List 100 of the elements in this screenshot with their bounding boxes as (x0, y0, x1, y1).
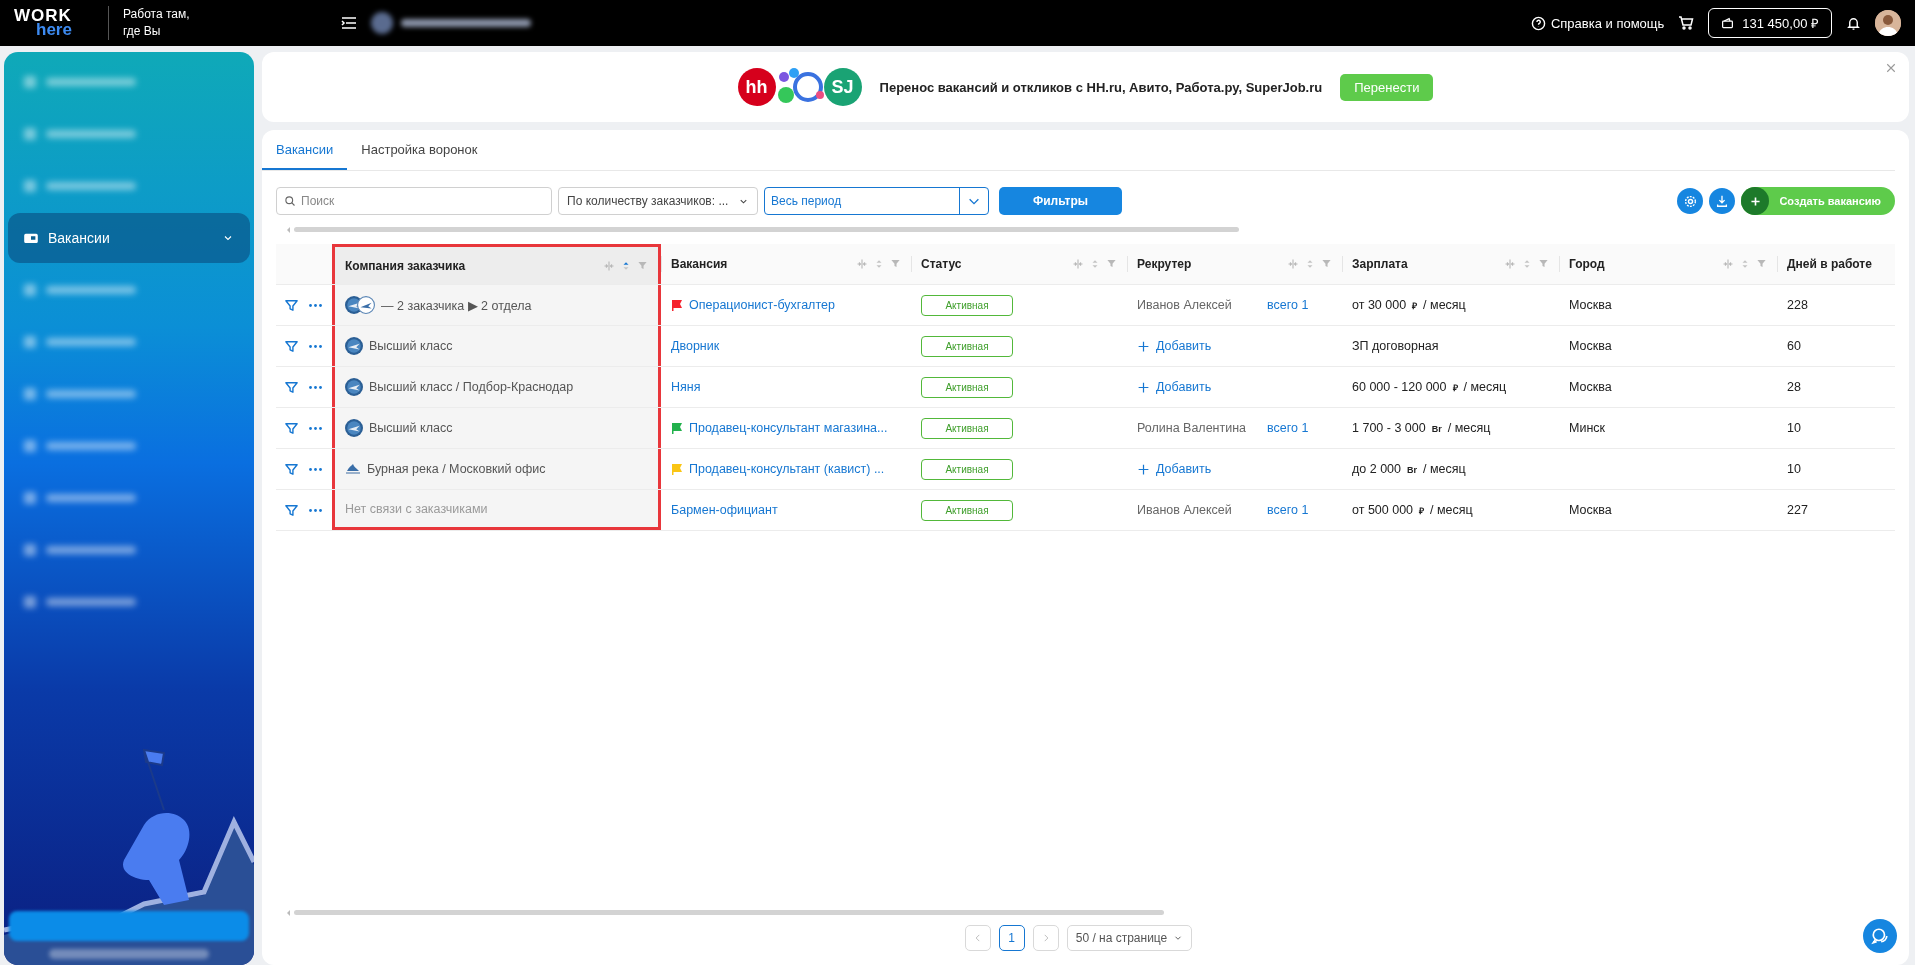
company-name: — 2 заказчика ▶ 2 отдела (381, 297, 532, 313)
logo-wordmark: WORK (14, 9, 73, 23)
recruiter-count-link[interactable]: всего 1 (1267, 503, 1309, 517)
tab[interactable]: Вакансии (262, 130, 348, 170)
status-badge: Активная (921, 417, 1013, 439)
period-select[interactable]: Весь период (764, 187, 989, 215)
city: Москва (1569, 298, 1612, 312)
sidebar-item[interactable]: Вакансии (8, 213, 250, 263)
chat-icon (1871, 927, 1889, 945)
user-avatar[interactable] (1875, 10, 1901, 36)
salary: от 500 000 ₽ / месяц (1352, 503, 1473, 517)
company-logo-icon (345, 337, 363, 355)
row-filter[interactable] (284, 502, 299, 518)
sort-icon (1740, 258, 1750, 270)
row-menu[interactable] (309, 508, 322, 512)
filters-button[interactable]: Фильтры (999, 187, 1123, 215)
resize-icon (1722, 258, 1734, 270)
row-menu[interactable] (309, 426, 322, 430)
company-name: Высший класс / Подбор-Краснодар (369, 380, 574, 394)
row-filter[interactable] (284, 379, 299, 395)
add-recruiter-button[interactable]: Добавить (1137, 339, 1212, 353)
sort-icon (1090, 258, 1100, 270)
recruiter-count-link[interactable]: всего 1 (1267, 298, 1309, 312)
balance-button[interactable]: 131 450,00 ₽ (1708, 8, 1832, 38)
resize-icon (856, 258, 868, 270)
recruiter-count-link[interactable]: всего 1 (1267, 421, 1309, 435)
company-logo-icon (345, 378, 363, 396)
download-button[interactable] (1709, 188, 1736, 214)
column-header[interactable]: Дней в работе (1777, 244, 1895, 284)
days-count: 60 (1787, 339, 1801, 353)
filter-icon (637, 259, 648, 271)
company-logo-icon (345, 419, 363, 437)
row-menu[interactable] (309, 303, 322, 307)
status-badge: Активная (921, 376, 1013, 398)
filter-icon (1106, 258, 1117, 269)
vacancy-link[interactable]: Продавец-консультант (кавист) ... (689, 462, 885, 476)
filter-icon (284, 297, 299, 313)
filter-icon (284, 461, 299, 477)
add-recruiter-button[interactable]: Добавить (1137, 462, 1212, 476)
tab[interactable]: Настройка воронок (347, 130, 492, 170)
blurred-toggle[interactable] (49, 949, 209, 959)
vacancy-link[interactable]: Операционист-бухгалтер (689, 298, 835, 312)
help-link[interactable]: Справка и помощь (1550, 15, 1665, 31)
company-name: Бурная река / Московкий офис (367, 462, 546, 476)
days-count: 228 (1787, 298, 1808, 312)
salary: до 2 000 Br / месяц (1352, 462, 1466, 476)
vacancy-link[interactable]: Продавец-консультант магазина... (689, 421, 888, 435)
chat-button[interactable] (1863, 919, 1897, 953)
row-filter[interactable] (284, 297, 299, 313)
status-badge: Активная (921, 294, 1013, 316)
column-header[interactable]: Вакансия (661, 244, 911, 284)
row-filter[interactable] (284, 420, 299, 436)
banner-text: Перенос вакансий и откликов с HH.ru, Авито, Работа.ру, SuperJob.ru (879, 79, 1323, 95)
vacancy-link[interactable]: Бармен-официант (671, 503, 778, 517)
settings-button[interactable] (1677, 188, 1704, 214)
recruiter-name: Иванов Алексей (1137, 298, 1233, 312)
column-header[interactable]: Рекрутер (1127, 244, 1342, 284)
column-header[interactable]: Компания заказчика (332, 244, 661, 284)
add-recruiter-button[interactable]: Добавить (1137, 380, 1212, 394)
column-header[interactable]: Статус (911, 244, 1127, 284)
resize-icon (1287, 258, 1299, 270)
vacancy-link[interactable]: Няня (671, 380, 701, 394)
sort-select[interactable]: По количеству заказчиков: ... (558, 187, 758, 215)
search-icon (284, 195, 296, 207)
superjob-logo: SJ (823, 68, 862, 106)
search-field[interactable]: Поиск (276, 187, 552, 215)
city: Москва (1569, 339, 1612, 353)
days-count: 227 (1787, 503, 1808, 517)
more-icon (309, 344, 322, 348)
close-icon (1885, 62, 1897, 74)
plus-icon (1137, 462, 1150, 476)
salary: ЗП договорная (1352, 339, 1439, 353)
resize-icon (1072, 258, 1084, 270)
row-menu[interactable] (309, 467, 322, 471)
filter-icon (890, 258, 901, 269)
filter-icon (1756, 258, 1767, 269)
company-name: Нет связи с заказчиками (345, 501, 488, 516)
more-icon (309, 303, 322, 307)
city: Москва (1569, 380, 1612, 394)
settings-icon (1682, 193, 1698, 209)
days-count: 28 (1787, 380, 1801, 394)
sort-icon (1522, 258, 1532, 270)
row-filter[interactable] (284, 461, 299, 477)
row-menu[interactable] (309, 344, 322, 348)
logo-subtitle: here (36, 23, 73, 37)
company-name: Высший класс (369, 421, 453, 435)
filter-icon (284, 420, 299, 436)
resize-icon (603, 259, 615, 272)
more-icon (309, 467, 322, 471)
row-filter[interactable] (284, 338, 299, 354)
slogan: Работа там, где Вы (123, 6, 191, 40)
vacancy-link[interactable]: Дворник (671, 339, 720, 353)
column-header[interactable]: Зарплата (1342, 244, 1559, 284)
menu-icon (341, 15, 357, 31)
column-header[interactable]: Город (1559, 244, 1777, 284)
salary: 60 000 - 120 000 ₽ / месяц (1352, 380, 1507, 394)
page-size-select[interactable]: 50 / на странице (1066, 925, 1193, 951)
plus-icon (1137, 339, 1150, 353)
page-button[interactable]: 1 (998, 925, 1025, 951)
row-menu[interactable] (309, 385, 322, 389)
